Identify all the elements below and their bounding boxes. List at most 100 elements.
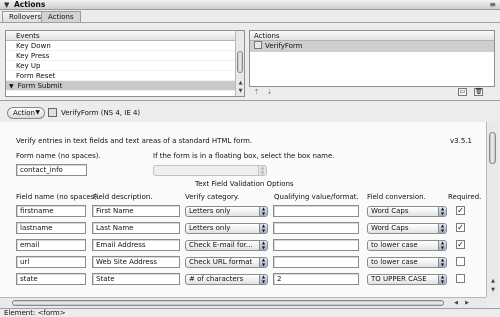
- verify-category-select[interactable]: Check URL format ▲ ▼: [185, 257, 268, 268]
- content-vertical-scrollbar[interactable]: ▲ ▼: [486, 122, 498, 297]
- required-checkbox[interactable]: ✓: [456, 223, 465, 232]
- floating-box-select[interactable]: ▲ ▼: [153, 165, 267, 176]
- vertical-scroll-thumb[interactable]: [489, 132, 496, 164]
- field-conversion-select[interactable]: to lower case ▲ ▼: [367, 240, 447, 251]
- field-description-input[interactable]: Email Address: [92, 239, 180, 251]
- verify-category-select[interactable]: Letters only ▲ ▼: [185, 223, 268, 234]
- field-name-input[interactable]: firstname: [16, 205, 86, 217]
- select-arrows-icon: ▲ ▼: [438, 224, 446, 233]
- collapse-arrow-icon[interactable]: ▼: [4, 1, 9, 9]
- event-item-form-reset[interactable]: Form Reset: [6, 71, 244, 81]
- section-title: Text Field Validation Options: [195, 180, 294, 188]
- select-arrows-icon: ▲ ▼: [438, 207, 446, 216]
- events-list: Events Key Down Key Press Key Up Form Re…: [5, 30, 245, 97]
- event-item-key-up[interactable]: Key Up: [6, 61, 244, 71]
- trash-icon[interactable]: 🗑: [474, 88, 483, 96]
- verify-category-value: Letters only: [189, 207, 231, 215]
- tab-divider: [0, 22, 500, 23]
- new-action-icon[interactable]: ▭: [458, 88, 467, 96]
- window-title-bar: ▼ Actions ≡: [0, 0, 500, 10]
- checkmark-icon: ✓: [457, 206, 464, 215]
- action-item-verifyform[interactable]: VerifyForm: [250, 41, 494, 52]
- event-item-form-submit[interactable]: ▼ Form Submit: [6, 81, 244, 91]
- field-description-input[interactable]: Last Name: [92, 222, 180, 234]
- status-bar: Element: <form>: [0, 308, 500, 317]
- checkmark-icon: ✓: [457, 240, 464, 249]
- qualifying-value-input[interactable]: [273, 256, 359, 268]
- events-scroll-thumb[interactable]: [237, 51, 243, 73]
- col-required: Required.: [448, 193, 482, 201]
- col-field-conversion: Field conversion.: [367, 193, 426, 201]
- events-header: Events: [6, 31, 244, 41]
- col-verify-category: Verify category.: [185, 193, 240, 201]
- required-checkbox[interactable]: [456, 274, 465, 283]
- window-title: Actions: [14, 0, 46, 9]
- scroll-left-icon[interactable]: ◀: [452, 299, 460, 307]
- select-arrows-icon: ▲ ▼: [259, 275, 267, 284]
- tab-actions[interactable]: Actions: [41, 11, 81, 22]
- scroll-down-icon[interactable]: ▼: [237, 87, 244, 95]
- required-checkbox[interactable]: ✓: [456, 240, 465, 249]
- verify-category-value: Letters only: [189, 224, 231, 232]
- col-field-name: Field name (no spaces).: [16, 193, 100, 201]
- required-checkbox[interactable]: ✓: [456, 206, 465, 215]
- actions-list: Actions VerifyForm: [249, 30, 495, 87]
- field-name-input[interactable]: email: [16, 239, 86, 251]
- select-arrows-icon: ▲ ▼: [438, 241, 446, 250]
- actions-header: Actions: [250, 31, 494, 41]
- version-label: v3.5.1: [450, 137, 472, 145]
- col-field-description: Field description.: [93, 193, 153, 201]
- field-description-input[interactable]: First Name: [92, 205, 180, 217]
- qualifying-value-input[interactable]: [273, 222, 359, 234]
- form-name-label: Form name (no spaces).: [16, 152, 101, 160]
- event-item-key-down[interactable]: Key Down: [6, 41, 244, 51]
- event-item-label: Form Submit: [17, 82, 63, 90]
- behavior-icon: [254, 41, 262, 49]
- scroll-up-icon[interactable]: ▲: [489, 277, 497, 285]
- required-checkbox[interactable]: [456, 257, 465, 266]
- scroll-right-icon[interactable]: ▶: [463, 299, 471, 307]
- field-conversion-select[interactable]: to lower case ▲ ▼: [367, 257, 447, 268]
- move-up-icon[interactable]: ⇡: [252, 88, 261, 96]
- floating-box-label: If the form is in a floating box, select…: [153, 152, 335, 160]
- verify-category-value: Check URL format: [189, 258, 253, 266]
- move-down-icon[interactable]: ⇣: [265, 88, 274, 96]
- panel-menu-icon[interactable]: ≡: [489, 0, 496, 10]
- verify-category-select[interactable]: # of characters ▲ ▼: [185, 274, 268, 285]
- scroll-down-icon[interactable]: ▼: [489, 286, 497, 294]
- field-name-input[interactable]: state: [16, 273, 86, 285]
- action-title: VerifyForm (NS 4, IE 4): [61, 109, 141, 117]
- field-name-input[interactable]: url: [16, 256, 86, 268]
- form-name-field[interactable]: contact_info: [16, 164, 87, 176]
- field-conversion-value: TO UPPER CASE: [371, 275, 427, 283]
- panel-divider: [0, 100, 500, 101]
- qualifying-value-input[interactable]: [273, 239, 359, 251]
- field-conversion-value: Word Caps: [371, 207, 409, 215]
- behavior-form: Verify entries in text fields and text a…: [0, 122, 486, 297]
- select-arrows-icon: ▲ ▼: [259, 258, 267, 267]
- verify-category-select[interactable]: Check E-mail for... ▲ ▼: [185, 240, 268, 251]
- content-horizontal-scrollbar[interactable]: ◀ ▶: [0, 297, 486, 308]
- select-arrows-icon: ▲ ▼: [259, 224, 267, 233]
- select-arrows-icon: ▲ ▼: [259, 241, 267, 250]
- action-menu-button[interactable]: Action ▼: [7, 107, 45, 119]
- event-item-key-press[interactable]: Key Press: [6, 51, 244, 61]
- qualifying-value-input[interactable]: [273, 205, 359, 217]
- events-scrollbar[interactable]: ▲ ▼: [235, 31, 244, 96]
- action-menu-label: Action: [13, 109, 35, 117]
- field-description-input[interactable]: State: [92, 273, 180, 285]
- scroll-up-icon[interactable]: ▲: [237, 79, 244, 87]
- behavior-icon: [48, 108, 57, 117]
- field-conversion-select[interactable]: Word Caps ▲ ▼: [367, 223, 447, 234]
- select-arrows-icon: ▲ ▼: [259, 207, 267, 216]
- field-name-input[interactable]: lastname: [16, 222, 86, 234]
- qualifying-value-input[interactable]: 2: [273, 273, 359, 285]
- field-conversion-select[interactable]: TO UPPER CASE ▲ ▼: [367, 274, 447, 285]
- select-arrows-icon: ▲ ▼: [438, 275, 446, 284]
- checkmark-icon: ✓: [457, 223, 464, 232]
- field-conversion-select[interactable]: Word Caps ▲ ▼: [367, 206, 447, 217]
- select-arrows-icon: ▲ ▼: [438, 258, 446, 267]
- horizontal-scroll-thumb[interactable]: [12, 300, 444, 306]
- verify-category-select[interactable]: Letters only ▲ ▼: [185, 206, 268, 217]
- field-description-input[interactable]: Web Site Address: [92, 256, 180, 268]
